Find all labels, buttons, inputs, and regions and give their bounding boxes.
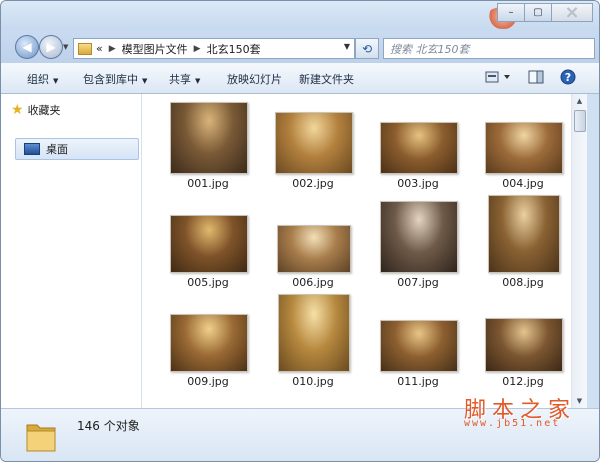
minimize-icon: – [508,7,514,18]
file-name[interactable]: 008.jpg [471,276,571,289]
file-thumbnail[interactable] [275,112,353,174]
recent-pages-dropdown[interactable]: ▼ [63,43,68,51]
organize-menu[interactable]: 组织 ▼ [27,71,58,87]
file-thumbnail[interactable] [485,318,563,372]
breadcrumb-item[interactable]: 模型图片文件 [122,41,188,57]
address-separator-icon: ▶ [193,43,201,54]
item-count: 146 个对象 [77,419,140,433]
maximize-icon: ▢ [533,7,543,18]
title-bar[interactable]: – ▢ × [1,1,599,31]
file-thumbnail[interactable] [380,122,458,174]
file-name[interactable]: 012.jpg [471,375,571,388]
address-bar[interactable]: « ▶ 模型图片文件 ▶ 北玄150套 ▼ [73,38,355,59]
file-thumbnail[interactable] [488,195,560,273]
help-button[interactable]: ? [559,69,577,85]
star-icon: ★ [11,102,24,118]
address-separator-icon: ▶ [108,43,116,54]
search-placeholder: 搜索 北玄150套 [390,42,470,56]
file-name[interactable]: 011.jpg [366,375,470,388]
refresh-button[interactable]: ⟲ [355,38,379,59]
scroll-thumb[interactable] [574,110,586,132]
command-bar: 组织 ▼ 包含到库中 ▼ 共享 ▼ 放映幻灯片 新建文件夹 ? [1,63,599,94]
folder-icon [78,42,92,55]
close-icon: × [564,2,580,23]
include-in-library-menu[interactable]: 包含到库中 ▼ [83,71,147,87]
sidebar-item-label: 桌面 [46,143,68,156]
file-list[interactable]: 001.jpg 002.jpg 003.jpg 004.jpg 005.jpg 006.j… [142,94,571,408]
breadcrumb-item[interactable]: 北玄150套 [207,41,261,57]
file-thumbnail[interactable] [170,215,248,273]
file-name[interactable]: 004.jpg [471,177,571,190]
refresh-icon: ⟲ [361,41,373,56]
file-thumbnail[interactable] [277,225,351,273]
minimize-button[interactable]: – [497,3,525,22]
share-label: 共享 [169,73,191,86]
navigation-pane: ★ 收藏夹 桌面 [1,94,142,408]
file-thumbnail[interactable] [278,294,350,372]
organize-label: 组织 [27,73,49,86]
chevron-down-icon: ▼ [53,77,59,85]
file-thumbnail[interactable] [380,320,458,372]
file-name[interactable]: 006.jpg [261,276,365,289]
watermark-url: www.jb51.net [464,418,561,429]
search-input[interactable]: 搜索 北玄150套 [383,38,595,59]
file-name[interactable]: 010.jpg [261,375,365,388]
forward-arrow-icon: ▶ [46,40,56,54]
file-thumbnail[interactable] [380,201,458,273]
view-options-button[interactable] [483,69,513,85]
preview-pane-button[interactable] [527,69,545,85]
slideshow-button[interactable]: 放映幻灯片 [227,71,282,87]
back-button[interactable]: ◀ [15,35,39,59]
file-name[interactable]: 007.jpg [366,276,470,289]
include-in-library-label: 包含到库中 [83,73,138,86]
file-name[interactable]: 005.jpg [156,276,260,289]
address-dropdown-icon[interactable]: ▼ [344,42,350,51]
address-overflow[interactable]: « [96,42,103,55]
new-folder-label: 新建文件夹 [299,73,354,86]
preview-pane-icon [528,70,544,84]
new-folder-button[interactable]: 新建文件夹 [299,71,354,87]
window-controls: – ▢ × [497,2,593,23]
sidebar-item-label: 收藏夹 [27,104,61,117]
chevron-down-icon: ▼ [142,77,148,85]
file-thumbnail[interactable] [170,314,248,372]
slideshow-label: 放映幻灯片 [227,73,282,86]
file-name[interactable]: 002.jpg [261,177,365,190]
svg-text:?: ? [565,71,571,84]
vertical-scrollbar[interactable]: ▲ ▼ [571,94,587,408]
back-arrow-icon: ◀ [22,40,32,54]
address-row: ◀ ▶ ▼ « ▶ 模型图片文件 ▶ 北玄150套 ▼ ⟲ 搜索 北玄150套 [1,31,599,63]
maximize-button[interactable]: ▢ [524,3,552,22]
view-icon [485,71,510,83]
file-thumbnail[interactable] [170,102,248,174]
help-icon: ? [560,69,576,85]
forward-button[interactable]: ▶ [39,35,63,59]
folder-icon [25,417,57,453]
file-name[interactable]: 001.jpg [156,177,260,190]
desktop-icon [24,143,40,155]
share-menu[interactable]: 共享 ▼ [169,71,200,87]
file-thumbnail[interactable] [485,122,563,174]
scroll-up-icon[interactable]: ▲ [572,94,587,108]
chevron-down-icon: ▼ [195,77,201,85]
close-button[interactable]: × [551,2,593,23]
file-name[interactable]: 003.jpg [366,177,470,190]
sidebar-item-favorites[interactable]: ★ 收藏夹 [11,102,61,118]
sidebar-item-desktop[interactable]: 桌面 [15,138,139,160]
file-name[interactable]: 009.jpg [156,375,260,388]
